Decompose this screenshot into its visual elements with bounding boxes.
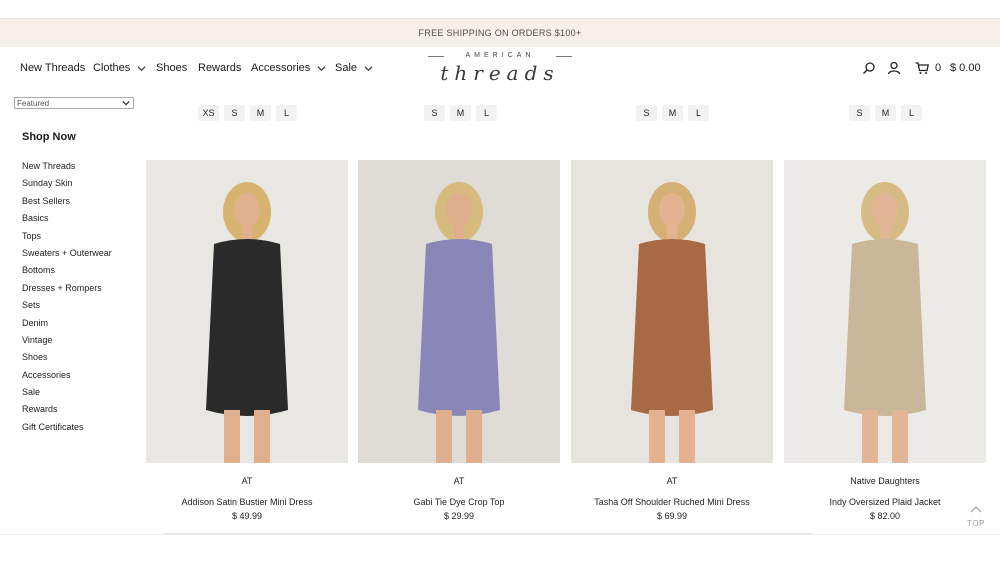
back-to-top-label: TOP [967, 519, 985, 528]
nav-clothes[interactable]: Clothes [93, 62, 146, 74]
chevron-down-icon [364, 65, 373, 71]
sidebar-category-shoes[interactable]: Shoes [22, 351, 112, 368]
product-name[interactable]: Gabi Tie Dye Crop Top [358, 497, 560, 507]
promo-text: FREE SHIPPING ON ORDERS $100+ [418, 28, 582, 38]
sort-selected-label: Featured [17, 98, 50, 108]
product-image[interactable] [146, 160, 348, 463]
sidebar-category-sale[interactable]: Sale [22, 386, 112, 403]
chevron-down-icon [122, 100, 130, 106]
sidebar-category-tops[interactable]: Tops [22, 230, 112, 247]
product-price: $ 49.99 [231, 511, 263, 521]
size-option[interactable]: L [276, 105, 297, 121]
logo-wordmark-script: threads [440, 61, 560, 85]
sidebar-category-gift-certificates[interactable]: Gift Certificates [22, 421, 112, 438]
product-image[interactable] [784, 160, 986, 463]
sort-select[interactable]: Featured [14, 97, 134, 109]
sidebar-heading: Shop Now [22, 131, 76, 143]
logo-rule-right [556, 56, 572, 57]
nav-new-threads[interactable]: New Threads [20, 62, 85, 74]
product-image[interactable] [571, 160, 773, 463]
grid-scroll-track [164, 533, 812, 534]
product-brand: AT [241, 476, 253, 486]
sidebar-category-bottoms[interactable]: Bottoms [22, 264, 112, 281]
nav-clothes-label: Clothes [93, 62, 131, 74]
chevron-up-icon [970, 506, 982, 513]
nav-shoes[interactable]: Shoes [156, 62, 187, 74]
nav-sale-label: Sale [335, 62, 358, 74]
size-options: SML [636, 105, 709, 121]
product-brand: AT [666, 476, 678, 486]
product-brand: AT [453, 476, 465, 486]
size-option[interactable]: M [450, 105, 471, 121]
promo-banner[interactable]: FREE SHIPPING ON ORDERS $100+ [0, 19, 1000, 47]
size-option[interactable]: S [849, 105, 870, 121]
size-option[interactable]: S [224, 105, 245, 121]
size-option[interactable]: L [476, 105, 497, 121]
nav-sale[interactable]: Sale [335, 62, 373, 74]
size-options: SML [424, 105, 497, 121]
site-logo[interactable]: AMERICAN threads [420, 52, 580, 88]
chevron-down-icon [317, 65, 326, 71]
sidebar-category-accessories[interactable]: Accessories [22, 369, 112, 386]
sidebar-category-new-threads[interactable]: New Threads [22, 160, 112, 177]
size-option[interactable]: XS [198, 105, 219, 121]
cart-icon[interactable] [915, 61, 929, 75]
nav-accessories[interactable]: Accessories [251, 62, 326, 74]
size-option[interactable]: M [875, 105, 896, 121]
product-price: $ 82.00 [869, 511, 901, 521]
chevron-down-icon [137, 65, 146, 71]
size-option[interactable]: M [250, 105, 271, 121]
size-options: XS S M L [198, 105, 297, 121]
back-to-top-button[interactable]: TOP [962, 500, 990, 528]
size-option[interactable]: S [424, 105, 445, 121]
sidebar-category-dresses-rompers[interactable]: Dresses + Rompers [22, 282, 112, 299]
size-option[interactable]: L [901, 105, 922, 121]
sidebar-category-best-sellers[interactable]: Best Sellers [22, 195, 112, 212]
sidebar-category-denim[interactable]: Denim [22, 317, 112, 334]
sidebar-category-basics[interactable]: Basics [22, 212, 112, 229]
product-card[interactable] [358, 160, 560, 468]
sidebar-category-sunday-skin[interactable]: Sunday Skin [22, 177, 112, 194]
size-option[interactable]: L [688, 105, 709, 121]
product-name[interactable]: Addison Satin Bustier Mini Dress [146, 497, 348, 507]
sidebar-category-rewards[interactable]: Rewards [22, 403, 112, 420]
search-icon[interactable] [862, 61, 876, 75]
product-name[interactable]: Indy Oversized Plaid Jacket [784, 497, 986, 507]
cart-count[interactable]: 0 [935, 62, 941, 74]
product-price: $ 69.99 [656, 511, 688, 521]
size-options: SML [849, 105, 922, 121]
sidebar-category-sweaters-outerwear[interactable]: Sweaters + Outerwear [22, 247, 112, 264]
sidebar-category-vintage[interactable]: Vintage [22, 334, 112, 351]
nav-shoes-label: Shoes [156, 62, 188, 74]
nav-new-threads-label: New Threads [20, 62, 86, 74]
nav-accessories-label: Accessories [251, 62, 311, 74]
product-name[interactable]: Tasha Off Shoulder Ruched Mini Dress [571, 497, 773, 507]
product-image[interactable] [358, 160, 560, 463]
size-option[interactable]: M [662, 105, 683, 121]
product-card[interactable] [571, 160, 773, 468]
cart-total[interactable]: $ 0.00 [950, 62, 981, 74]
sidebar-category-sets[interactable]: Sets [22, 299, 112, 316]
nav-rewards-label: Rewards [198, 62, 242, 74]
size-option[interactable]: S [636, 105, 657, 121]
product-card[interactable] [784, 160, 986, 468]
product-card[interactable] [146, 160, 348, 468]
footer-divider [0, 534, 1000, 535]
nav-rewards[interactable]: Rewards [198, 62, 241, 74]
product-brand: Native Daughters [850, 476, 920, 486]
category-list: New Threads Sunday Skin Best Sellers Basics… [22, 160, 112, 438]
product-price: $ 29.99 [443, 511, 475, 521]
account-icon[interactable] [887, 61, 901, 75]
